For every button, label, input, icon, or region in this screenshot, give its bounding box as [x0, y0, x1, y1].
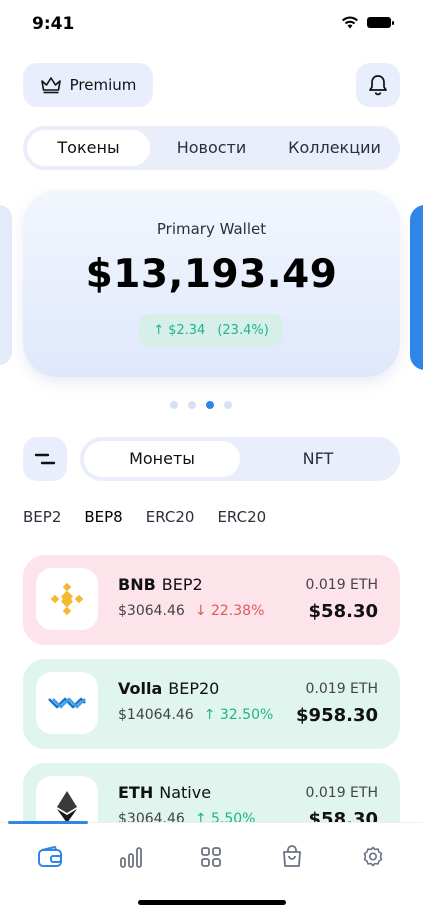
- asset-type-tabs: Монеты NFT: [80, 437, 400, 481]
- arrow-up-icon: ↑: [153, 322, 165, 338]
- token-price-row: $3064.46 ↓ 22.38%: [118, 603, 264, 619]
- status-bar: 9:41: [0, 0, 423, 50]
- token-eth-amount: 0.019 ETH: [305, 681, 378, 697]
- token-price-row: $14064.46 ↑ 32.50%: [118, 707, 273, 723]
- home-indicator: [138, 900, 286, 905]
- wallet-balance: $13,193.49: [85, 252, 338, 297]
- tab-active-indicator: [8, 821, 88, 824]
- token-eth-amount: 0.019 ETH: [305, 785, 378, 801]
- crown-icon: [40, 77, 61, 94]
- tab-coins[interactable]: Монеты: [84, 441, 240, 477]
- wallet-change-percent: (23.4%): [217, 322, 269, 338]
- token-symbol: Volla: [118, 679, 163, 698]
- token-network: BEP2: [161, 575, 203, 594]
- status-icons: [341, 16, 394, 29]
- token-usd-value: $58.30: [308, 601, 378, 622]
- tab-wallet[interactable]: [26, 839, 74, 875]
- carousel-pager: [170, 401, 232, 409]
- pager-dot[interactable]: [224, 401, 232, 409]
- token-price: $3064.46: [118, 603, 185, 619]
- premium-label: Premium: [69, 76, 137, 94]
- wifi-icon: [342, 16, 358, 29]
- pager-dot[interactable]: [188, 401, 196, 409]
- tab-nft[interactable]: NFT: [240, 441, 396, 477]
- premium-button[interactable]: Premium: [23, 63, 153, 107]
- tab-collections[interactable]: Коллекции: [273, 130, 396, 166]
- token-card-volla[interactable]: Volla BEP20 $14064.46 ↑ 32.50% 0.019 ETH …: [23, 659, 400, 749]
- tab-apps[interactable]: [187, 839, 235, 875]
- tab-bar-items: [0, 839, 423, 875]
- tab-stats[interactable]: [107, 839, 155, 875]
- wallet-card[interactable]: Primary Wallet $13,193.49 ↑ $2.34 (23.4%…: [23, 190, 400, 377]
- apps-grid-icon: [201, 847, 222, 867]
- tab-settings[interactable]: [349, 839, 397, 875]
- network-filter-erc20[interactable]: ERC20: [146, 508, 195, 526]
- bell-icon: [369, 75, 387, 96]
- token-usd-value: $958.30: [296, 705, 378, 726]
- token-title: Volla BEP20: [118, 679, 219, 698]
- token-price: $14064.46: [118, 707, 194, 723]
- volla-icon: [48, 697, 86, 709]
- wallet-change-amount: $2.34: [168, 322, 206, 338]
- prev-wallet-card[interactable]: [0, 205, 12, 365]
- battery-icon: [367, 17, 394, 28]
- settings-gear-icon: [363, 846, 382, 867]
- tab-tokens[interactable]: Токены: [27, 130, 150, 166]
- token-title: ETH Native: [118, 783, 211, 802]
- stats-icon: [119, 847, 142, 868]
- token-change: ↓ 22.38%: [194, 603, 265, 619]
- token-eth-amount: 0.019 ETH: [305, 577, 378, 593]
- main-tabs: Токены Новости Коллекции: [23, 126, 400, 170]
- ethereum-icon: [57, 791, 77, 823]
- network-filter-erc20-2[interactable]: ERC20: [217, 508, 266, 526]
- token-network: BEP20: [168, 679, 220, 698]
- binance-icon: [50, 582, 84, 616]
- shop-bag-icon: [283, 845, 301, 867]
- filter-lines-icon: [34, 453, 56, 465]
- filter-button[interactable]: [23, 437, 67, 481]
- next-wallet-card[interactable]: [410, 205, 423, 370]
- token-card-bnb[interactable]: BNB BEP2 $3064.46 ↓ 22.38% 0.019 ETH $58.…: [23, 555, 400, 645]
- wallet-change-badge: ↑ $2.34 (23.4%): [139, 314, 283, 346]
- tab-shop[interactable]: [268, 839, 316, 875]
- network-filters: BEP2 BEP8 ERC20 ERC20: [23, 508, 289, 526]
- status-time: 9:41: [32, 14, 75, 34]
- pager-dot[interactable]: [170, 401, 178, 409]
- token-icon-box: [36, 672, 98, 734]
- token-icon-box: [36, 568, 98, 630]
- network-filter-bep8[interactable]: BEP8: [84, 508, 122, 526]
- wallet-name: Primary Wallet: [156, 220, 267, 238]
- token-symbol: ETH: [118, 783, 154, 802]
- notifications-button[interactable]: [356, 63, 400, 107]
- token-change: ↑ 32.50%: [203, 707, 274, 723]
- token-symbol: BNB: [118, 575, 156, 594]
- token-title: BNB BEP2: [118, 575, 203, 594]
- network-filter-bep2[interactable]: BEP2: [23, 508, 61, 526]
- wallet-icon: [38, 846, 63, 867]
- pager-dot-active[interactable]: [206, 401, 214, 409]
- tab-news[interactable]: Новости: [150, 130, 273, 166]
- token-network: Native: [159, 783, 212, 802]
